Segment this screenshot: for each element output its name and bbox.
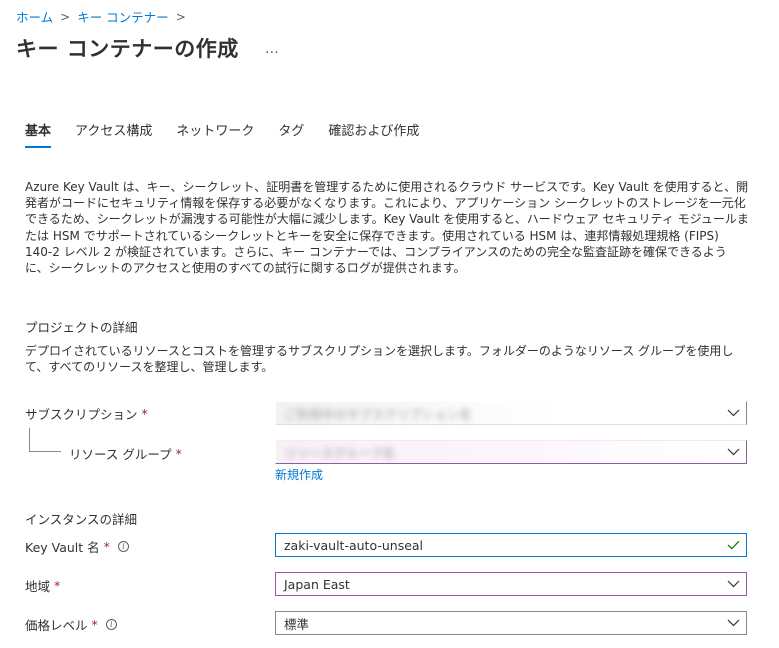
region-select[interactable]: Japan East <box>275 572 747 596</box>
tab-tags[interactable]: タグ <box>278 120 304 148</box>
resource-group-label-text: リソース グループ <box>69 447 172 462</box>
breadcrumb-home-link[interactable]: ホーム <box>16 7 53 26</box>
pricing-tier-select[interactable]: 標準 <box>275 611 747 635</box>
required-mark: * <box>54 578 61 593</box>
create-key-vault-page: ホーム > キー コンテナー > キー コンテナーの作成 … 基本 アクセス構成… <box>0 0 779 648</box>
breadcrumb-separator: > <box>60 9 71 24</box>
required-mark: * <box>141 406 148 421</box>
subscription-label: サブスクリプション * <box>25 404 148 423</box>
subscription-select[interactable]: ご利用中のサブスクリプション名 <box>275 401 747 425</box>
tab-basics[interactable]: 基本 <box>25 120 52 148</box>
chevron-down-icon <box>720 580 746 588</box>
region-label: 地域 * <box>25 576 60 595</box>
breadcrumb-separator: > <box>175 9 186 24</box>
tab-bar: 基本 アクセス構成 ネットワーク タグ 確認および作成 <box>25 120 443 148</box>
required-mark: * <box>103 539 110 554</box>
resource-group-label: リソース グループ * <box>69 444 182 463</box>
pricing-tier-label-text: 価格レベル <box>25 618 88 633</box>
intro-description: Azure Key Vault は、キー、シークレット、証明書を管理するために使… <box>25 180 749 276</box>
region-label-text: 地域 <box>25 579 51 594</box>
page-title: キー コンテナーの作成 <box>16 37 239 61</box>
key-vault-name-label: Key Vault 名 * i <box>25 537 129 556</box>
create-new-resource-group-link[interactable]: 新規作成 <box>275 466 323 483</box>
chevron-down-icon <box>720 448 746 456</box>
key-vault-name-value: zaki-vault-auto-unseal <box>284 537 424 553</box>
key-vault-name-label-text: Key Vault 名 <box>25 540 100 555</box>
subscription-value: ご利用中のサブスクリプション名 <box>284 406 472 422</box>
tree-connector-line <box>29 428 61 452</box>
project-details-heading: プロジェクトの詳細 <box>25 320 138 335</box>
subscription-label-text: サブスクリプション <box>25 407 138 422</box>
breadcrumb: ホーム > キー コンテナー > <box>16 7 193 26</box>
project-details-description: デプロイされているリソースとコストを管理するサブスクリプションを選択します。フォ… <box>25 344 734 375</box>
info-icon[interactable]: i <box>105 619 117 630</box>
checkmark-icon <box>720 540 746 550</box>
breadcrumb-key-vault-link[interactable]: キー コンテナー <box>77 7 168 26</box>
info-icon[interactable]: i <box>117 541 129 552</box>
pricing-tier-value: 標準 <box>284 616 310 632</box>
required-mark: * <box>91 617 98 632</box>
ellipsis-icon[interactable]: … <box>265 41 280 57</box>
resource-group-value: リソースグループ名 <box>284 445 396 461</box>
title-row: キー コンテナーの作成 … <box>16 33 280 63</box>
chevron-down-icon <box>720 409 746 417</box>
tab-access-configuration[interactable]: アクセス構成 <box>75 120 152 148</box>
tab-networking[interactable]: ネットワーク <box>176 120 254 148</box>
resource-group-select[interactable]: リソースグループ名 <box>275 440 747 464</box>
tab-review-create[interactable]: 確認および作成 <box>328 120 419 148</box>
pricing-tier-label: 価格レベル * i <box>25 615 117 634</box>
instance-details-heading: インスタンスの詳細 <box>25 512 138 527</box>
required-mark: * <box>175 446 182 461</box>
key-vault-name-input[interactable]: zaki-vault-auto-unseal <box>275 533 747 557</box>
region-value: Japan East <box>284 576 350 592</box>
chevron-down-icon <box>720 619 746 627</box>
